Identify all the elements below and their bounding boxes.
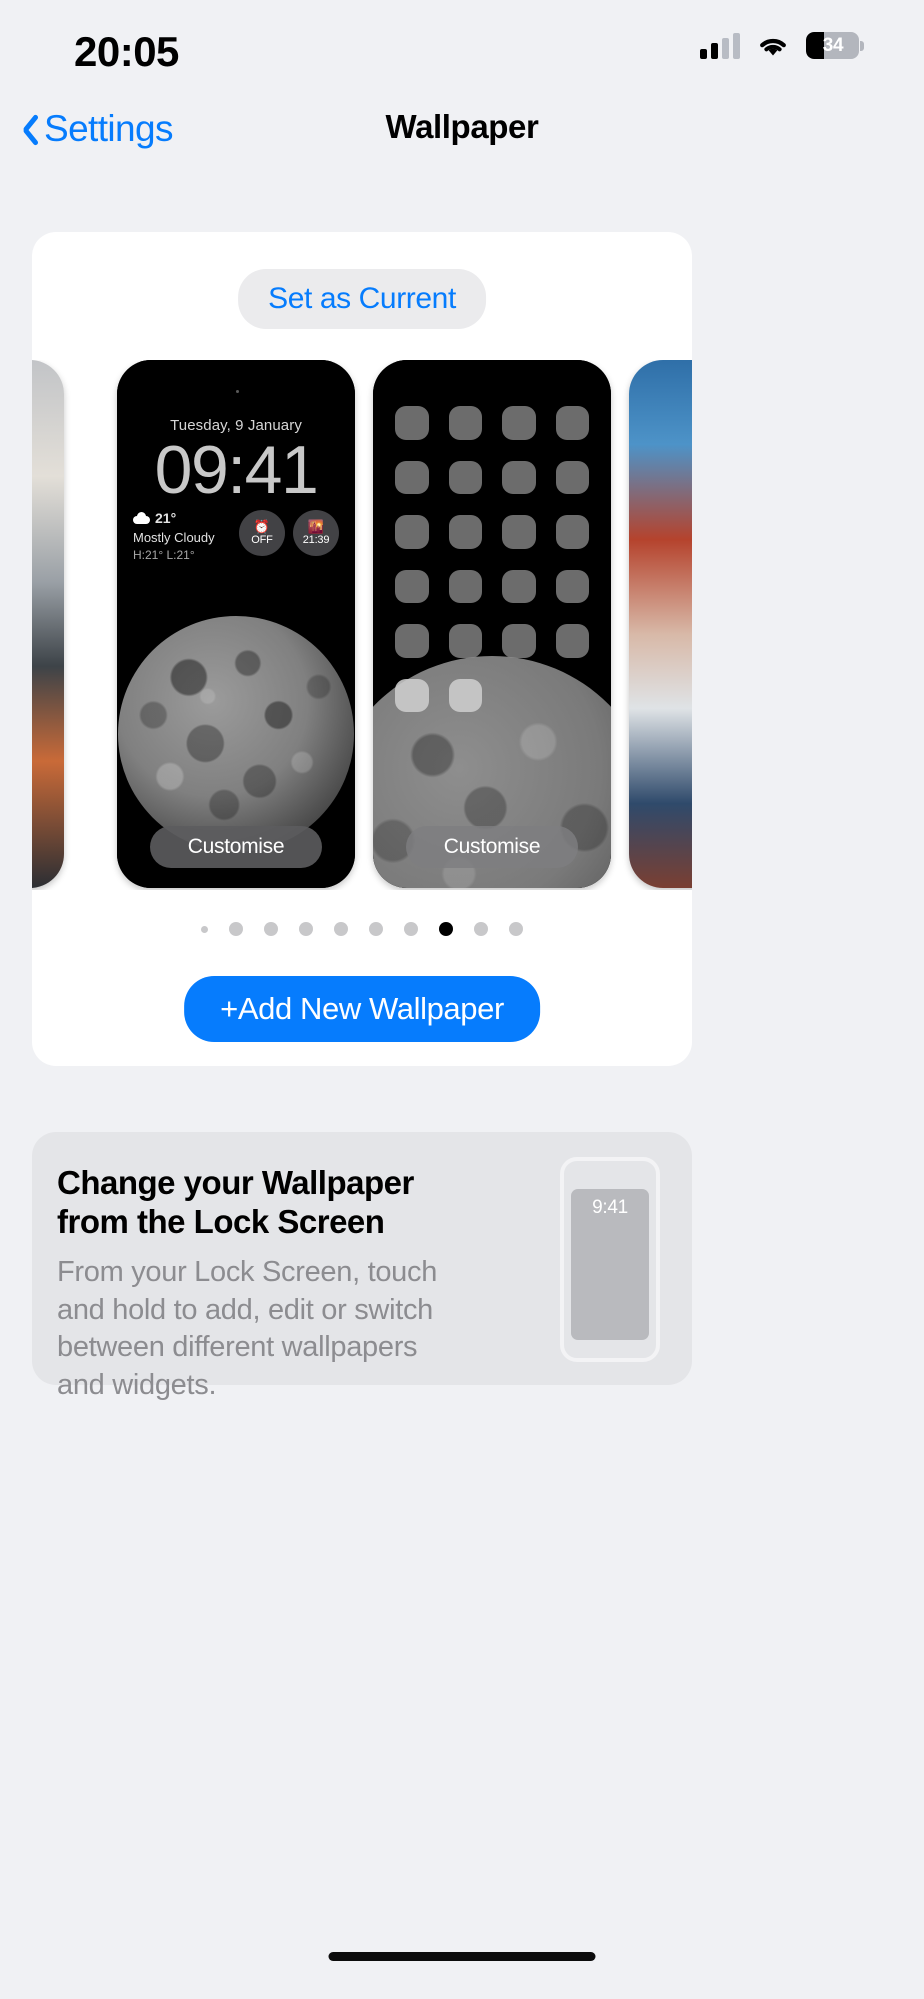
app-icon-placeholder [395, 569, 429, 603]
home-screen-preview[interactable]: Customise [373, 360, 611, 888]
page-dot[interactable] [404, 922, 418, 936]
app-icon-placeholder [448, 678, 482, 712]
iphone-settings-wallpaper-screen: 20:05 34 Settings Wallpaper Set as Curre… [0, 0, 924, 1999]
moon-wallpaper-image [118, 616, 354, 852]
plus-icon: + [220, 991, 238, 1026]
app-icon-placeholder [448, 460, 482, 494]
page-dot[interactable] [369, 922, 383, 936]
app-icon-placeholder [555, 460, 589, 494]
app-icon-placeholder [395, 515, 429, 549]
phone-illustration-screen: 9:41 [571, 1189, 649, 1340]
cloud-icon [133, 512, 150, 525]
app-icon-placeholder [502, 406, 536, 440]
page-dot-active[interactable] [439, 922, 453, 936]
app-icon-placeholder [395, 624, 429, 658]
navigation-bar: Settings Wallpaper [0, 100, 924, 180]
app-icon-placeholder [395, 406, 429, 440]
weather-condition: Mostly Cloudy [133, 529, 215, 545]
tip-body: From your Lock Screen, touch and hold to… [57, 1256, 438, 1402]
app-icon-placeholder [502, 460, 536, 494]
add-new-wallpaper-button[interactable]: +Add New Wallpaper [184, 976, 540, 1042]
battery-level-label: 34 [822, 34, 844, 56]
app-icon-placeholder [395, 460, 429, 494]
lock-screen-tip-card: Change your Wallpaper from the Lock Scre… [32, 1132, 692, 1401]
carousel-page-dots [32, 922, 692, 936]
add-new-wallpaper-label: Add New Wallpaper [237, 991, 504, 1026]
wifi-icon [757, 34, 789, 58]
page-dot[interactable] [299, 922, 313, 936]
customise-home-screen-button[interactable]: Customise [406, 826, 578, 868]
app-icon-placeholder [502, 624, 536, 658]
tip-title: Change your Wallpaper from the Lock Scre… [57, 1164, 414, 1240]
app-icon-placeholder [502, 515, 536, 549]
app-icon-placeholder [448, 624, 482, 658]
weather-high-low: H:21° L:21° [133, 547, 195, 562]
app-icon-placeholder [555, 569, 589, 603]
page-dot[interactable] [201, 925, 208, 933]
wallpaper-picker-card: Set as Current Tuesday, 9 January 09:41 … [32, 232, 692, 1066]
customise-lock-screen-button[interactable]: Customise [150, 826, 322, 868]
page-dot[interactable] [334, 922, 348, 936]
cellular-signal-icon [700, 32, 740, 59]
wallpaper-preview-next[interactable] [629, 360, 692, 888]
home-indicator[interactable] [328, 1952, 596, 1961]
weather-temperature: 21° [155, 510, 177, 526]
sunset-icon: 🌇 [307, 519, 325, 534]
app-icon-placeholder [395, 678, 429, 712]
lock-screen-preview[interactable]: Tuesday, 9 January 09:41 21° Mostly Clou… [117, 360, 355, 888]
weather-widget[interactable]: 21° Mostly Cloudy H:21° L:21° [133, 510, 231, 563]
app-icon-placeholder [448, 515, 482, 549]
alarm-clock-icon: ⏰ [253, 519, 271, 534]
page-title: Wallpaper [385, 108, 539, 145]
status-bar-clock: 20:05 [74, 28, 179, 75]
status-bar: 20:05 34 [0, 0, 924, 100]
app-icon-placeholder [555, 406, 589, 440]
set-as-current-button[interactable]: Set as Current [238, 269, 486, 329]
alarm-widget-value: OFF [251, 534, 273, 546]
alarm-widget[interactable]: ⏰ OFF [239, 510, 285, 556]
lock-screen-widgets-row: 21° Mostly Cloudy H:21° L:21° ⏰ OFF 🌇 21… [133, 510, 339, 563]
phone-illustration: 9:41 [560, 1157, 660, 1362]
status-bar-indicators: 34 [700, 32, 864, 59]
wallpaper-carousel[interactable]: Tuesday, 9 January 09:41 21° Mostly Clou… [32, 360, 692, 890]
battery-cap-icon [860, 40, 864, 51]
phone-illustration-time: 9:41 [592, 1197, 628, 1218]
page-dot[interactable] [229, 922, 243, 936]
page-dot[interactable] [474, 922, 488, 936]
home-screen-app-grid [395, 406, 589, 712]
wallpaper-preview-previous[interactable] [32, 360, 64, 888]
lock-screen-clock: 09:41 [154, 432, 319, 508]
page-dot[interactable] [509, 922, 523, 936]
app-icon-placeholder [555, 515, 589, 549]
sunset-widget-value: 21:39 [302, 534, 330, 546]
battery-indicator: 34 [806, 32, 864, 59]
app-icon-placeholder [448, 569, 482, 603]
app-icon-placeholder [555, 624, 589, 658]
lock-screen-camera-dot-icon [236, 390, 239, 393]
app-icon-placeholder [502, 569, 536, 603]
page-dot[interactable] [264, 922, 278, 936]
app-icon-placeholder [448, 406, 482, 440]
sunset-widget[interactable]: 🌇 21:39 [293, 510, 339, 556]
battery-icon: 34 [806, 32, 859, 59]
